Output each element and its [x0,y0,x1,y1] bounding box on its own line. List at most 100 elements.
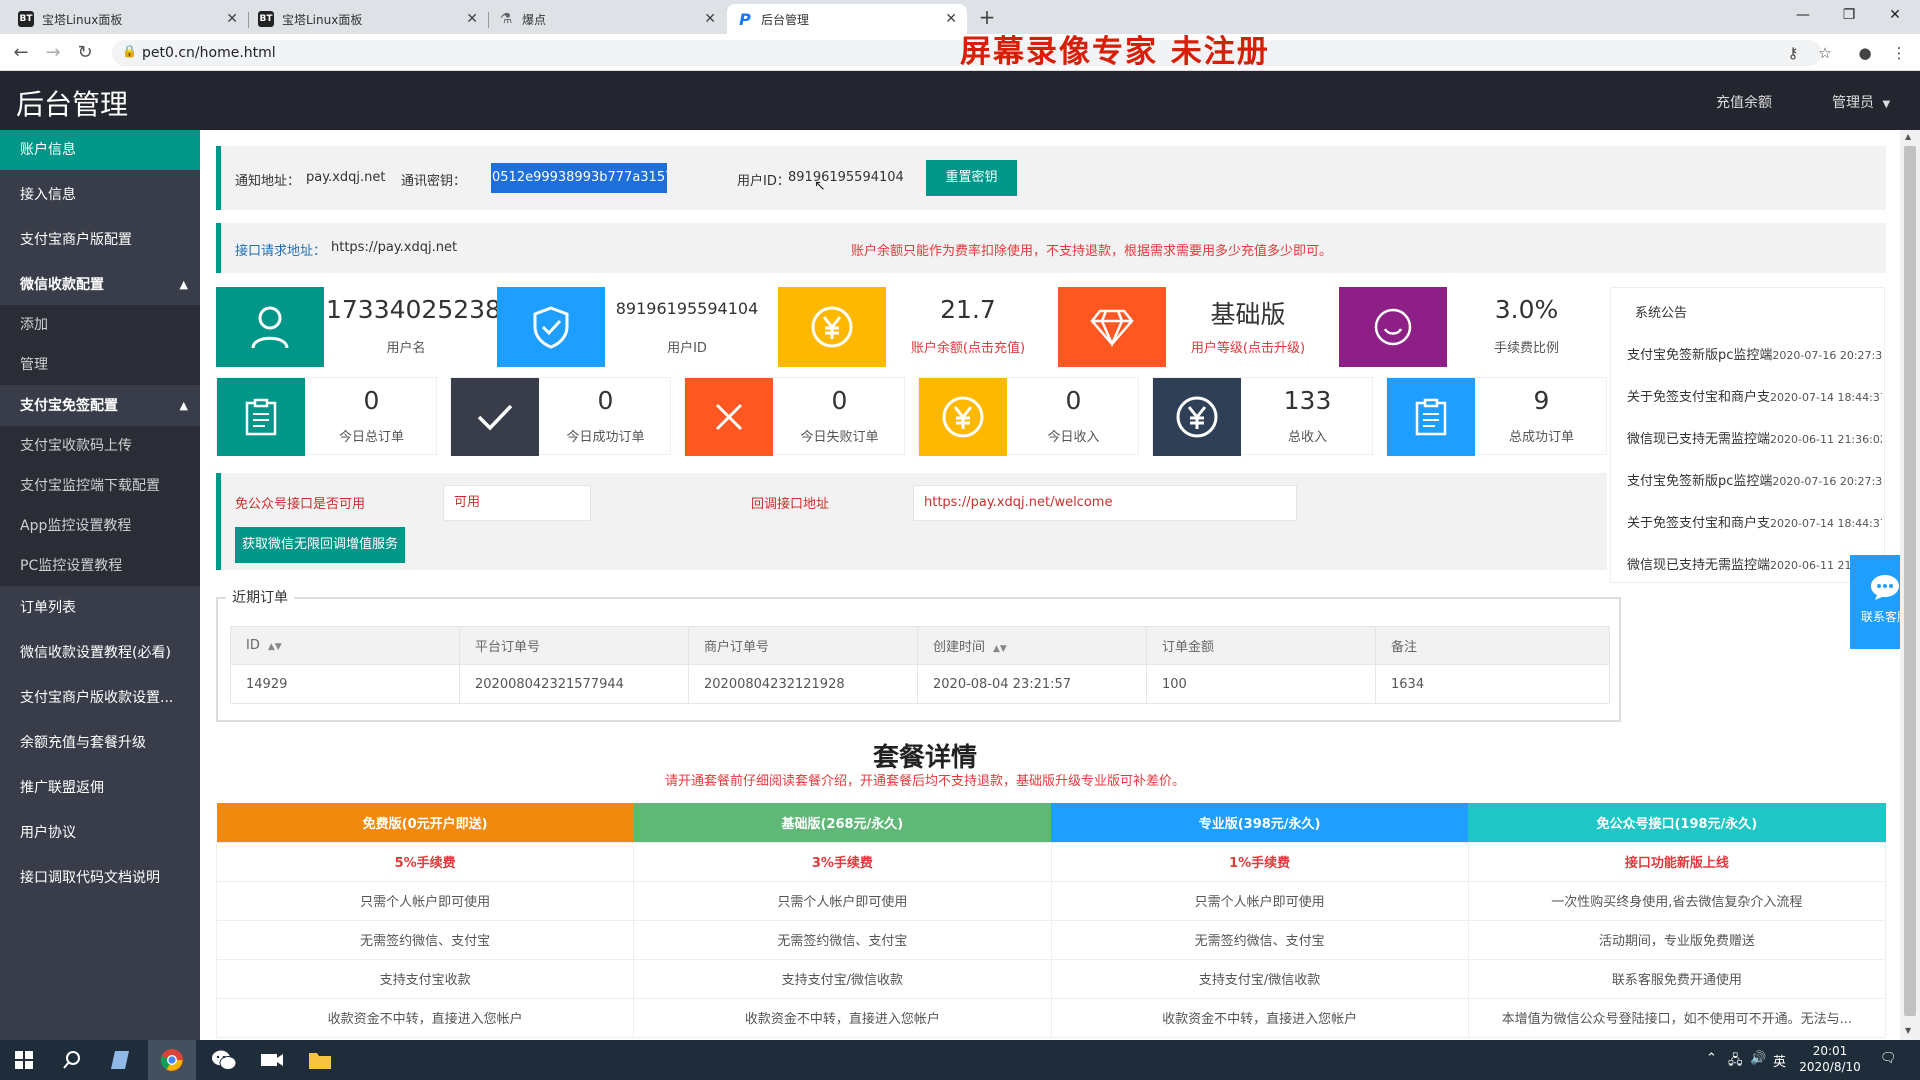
search-icon[interactable] [48,1040,96,1080]
card-label: 用户ID [667,341,707,356]
tab-title: 宝塔Linux面板 [42,12,123,27]
back-icon[interactable]: ← [8,40,34,66]
tray-expand-icon[interactable]: ⌃ [1706,1051,1717,1066]
wx-available-input[interactable]: 可用 [443,485,591,521]
scroll-up-icon[interactable]: ▲ [1905,132,1911,141]
announcement-item[interactable]: 关于免签支付宝和商户支2020-07-14 18:44:37 [1627,386,1882,405]
sidebar-item-alipay-merchant-settings[interactable]: 支付宝商户版收款设置... [0,678,200,718]
card-user-level[interactable]: 基础版 用户等级(点击升级) [1058,287,1328,367]
api-label: 接口请求地址： [235,244,327,259]
key-icon[interactable]: ⚷ [1782,42,1804,64]
tab-title: 宝塔Linux面板 [282,12,363,27]
reload-icon[interactable]: ↻ [72,40,98,66]
app-header: 后台管理 充值余额 管理员 ▼ [0,71,1920,130]
table-row: 5%手续费 3%手续费 1%手续费 接口功能新版上线 [215,841,1887,882]
folder-icon[interactable] [296,1040,344,1080]
taskbar-clock[interactable]: 20:01 2020/8/10 [1780,1043,1880,1075]
windows-start-icon[interactable] [0,1040,48,1080]
clipboard-icon [1387,378,1475,456]
close-icon[interactable]: ✕ [466,11,478,27]
card-value: 基础版 [1210,300,1286,329]
restore-icon[interactable]: ❐ [1826,0,1872,30]
announcement-item[interactable]: 支付宝免签新版pc监控端2020-07-16 20:27:31 [1627,470,1882,489]
sidebar-item-alipay-qr-upload[interactable]: 支付宝收款码上传 [0,426,200,468]
sidebar-group-label: 微信收款配置 [20,277,104,293]
admin-label: 管理员 [1832,95,1874,111]
profile-icon[interactable]: ● [1854,42,1876,64]
secret-value[interactable]: 0512e99938993b777a315765d0edcfba [491,163,667,193]
col-id[interactable]: ID ▲▼ [230,626,460,665]
browser-tab-4-active[interactable]: P 后台管理 ✕ [727,4,967,34]
sidebar-item-access-info[interactable]: 接入信息 [0,175,200,215]
get-wechat-callback-button[interactable]: 获取微信无限回调增值服务 [235,527,405,563]
browser-tab-1[interactable]: BT 宝塔Linux面板 ✕ [8,4,249,34]
notification-icon[interactable]: 🗨 [1880,1051,1897,1066]
lock-icon: 🔒 [122,44,137,58]
close-icon[interactable]: ✕ [704,11,716,27]
wechat-icon[interactable] [200,1040,248,1080]
page-scrollbar[interactable]: ▲ ▼ [1900,130,1920,1040]
network-icon[interactable]: 🖧 [1728,1051,1743,1073]
wx-available-label: 免公众号接口是否可用 [235,497,366,512]
callback-input[interactable]: https://pay.xdqj.net/welcome [913,485,1297,521]
star-icon[interactable]: ☆ [1814,42,1836,64]
window-close-icon[interactable]: ✕ [1872,0,1918,30]
wechat-interface-box: 免公众号接口是否可用 可用 回调接口地址 https://pay.xdqj.ne… [216,473,1607,570]
clock-time: 20:01 [1812,1044,1848,1058]
col-created-time[interactable]: 创建时间 ▲▼ [917,626,1147,665]
volume-icon[interactable]: 🔊 [1750,1051,1766,1066]
sidebar-item-pc-monitor-tutorial[interactable]: PC监控设置教程 [0,546,200,586]
notify-address-label: 通知地址： [235,174,301,189]
card-balance[interactable]: 21.7 账户余额(点击充值) [778,287,1048,367]
table-row: 支持支付宝收款 支持支付宝/微信收款 支持支付宝/微信收款 联系客服免费开通使用 [215,958,1887,999]
sort-icon[interactable]: ▲▼ [268,642,282,652]
announcement-item[interactable]: 微信现已支持无需监控端2020-06-11 21:36:02 [1627,428,1882,447]
sidebar-item-affiliate[interactable]: 推广联盟返佣 [0,768,200,808]
card-username: 17334025238 用户名 [216,287,501,367]
minimize-icon[interactable]: — [1780,0,1826,30]
sidebar-item-alipay-merchant-config[interactable]: 支付宝商户版配置 [0,220,200,260]
close-icon[interactable]: ✕ [945,11,957,27]
sidebar-item-order-list[interactable]: 订单列表 [0,588,200,628]
sidebar-group-alipay-free-config[interactable]: 支付宝免签配置 ▲ [0,386,200,426]
browser-tab-2[interactable]: BT 宝塔Linux面板 ✕ [248,4,489,34]
chrome-icon[interactable] [148,1040,196,1080]
scroll-down-icon[interactable]: ▼ [1905,1026,1911,1035]
yen-icon [1153,378,1241,456]
announcement-item[interactable]: 关于免签支付宝和商户支2020-07-14 18:44:37 [1627,512,1882,531]
announcement-item[interactable]: 支付宝免签新版pc监控端2020-07-16 20:27:31 [1627,344,1882,363]
sidebar-item-recharge-upgrade[interactable]: 余额充值与套餐升级 [0,723,200,763]
col-amount: 订单金额 [1146,626,1376,665]
recent-orders-legend: 近期订单 [226,587,294,607]
recharge-link[interactable]: 充值余额 [1716,92,1772,112]
stat-today-orders: 0 今日总订单 [216,377,437,456]
notify-info-box: 通知地址： pay.xdqj.net 通讯密钥： 0512e99938993b7… [216,146,1886,210]
sidebar-item-app-monitor-tutorial[interactable]: App监控设置教程 [0,506,200,546]
card-value: 3.0% [1494,295,1559,324]
sort-icon[interactable]: ▲▼ [993,644,1007,654]
screen-recorder-icon[interactable] [248,1040,296,1080]
scrollbar-thumb[interactable] [1904,146,1916,1016]
api-info-box: 接口请求地址： https://pay.xdqj.net 账户余额只能作为费率扣… [216,223,1886,273]
sidebar-item-account-info[interactable]: 账户信息 [0,130,200,170]
sidebar-item-api-docs[interactable]: 接口调取代码文档说明 [0,858,200,898]
announcement-item[interactable]: 微信现已支持无需监控端2020-06-11 21:36:02 [1627,554,1882,573]
sidebar-item-user-agreement[interactable]: 用户协议 [0,813,200,853]
close-icon[interactable]: ✕ [226,11,238,27]
clipboard-icon [217,378,305,456]
card-label: 手续费比例 [1493,341,1559,356]
sidebar-group-wechat-config[interactable]: 微信收款配置 ▲ [0,265,200,305]
sidebar-item-manage[interactable]: 管理 [0,345,200,385]
reset-secret-button[interactable]: 重置密钥 [926,160,1017,196]
sidebar-item-add[interactable]: 添加 [0,305,200,345]
forward-icon[interactable]: → [40,40,66,66]
sidebar-item-alipay-monitor-download[interactable]: 支付宝监控端下载配置 [0,466,200,506]
uid-label: 用户ID： [737,174,790,189]
admin-menu[interactable]: 管理员 ▼ [1832,92,1890,112]
notepad-icon[interactable] [96,1040,144,1080]
menu-dots-icon[interactable]: ⋮ [1888,42,1910,64]
browser-tab-3[interactable]: ⚗ 爆点 ✕ [488,4,726,34]
sidebar-item-wechat-tutorial[interactable]: 微信收款设置教程(必看) [0,633,200,673]
sidebar-group-label: 支付宝免签配置 [20,398,118,414]
recorder-watermark: 屏幕录像专家 未注册 [960,34,1270,70]
